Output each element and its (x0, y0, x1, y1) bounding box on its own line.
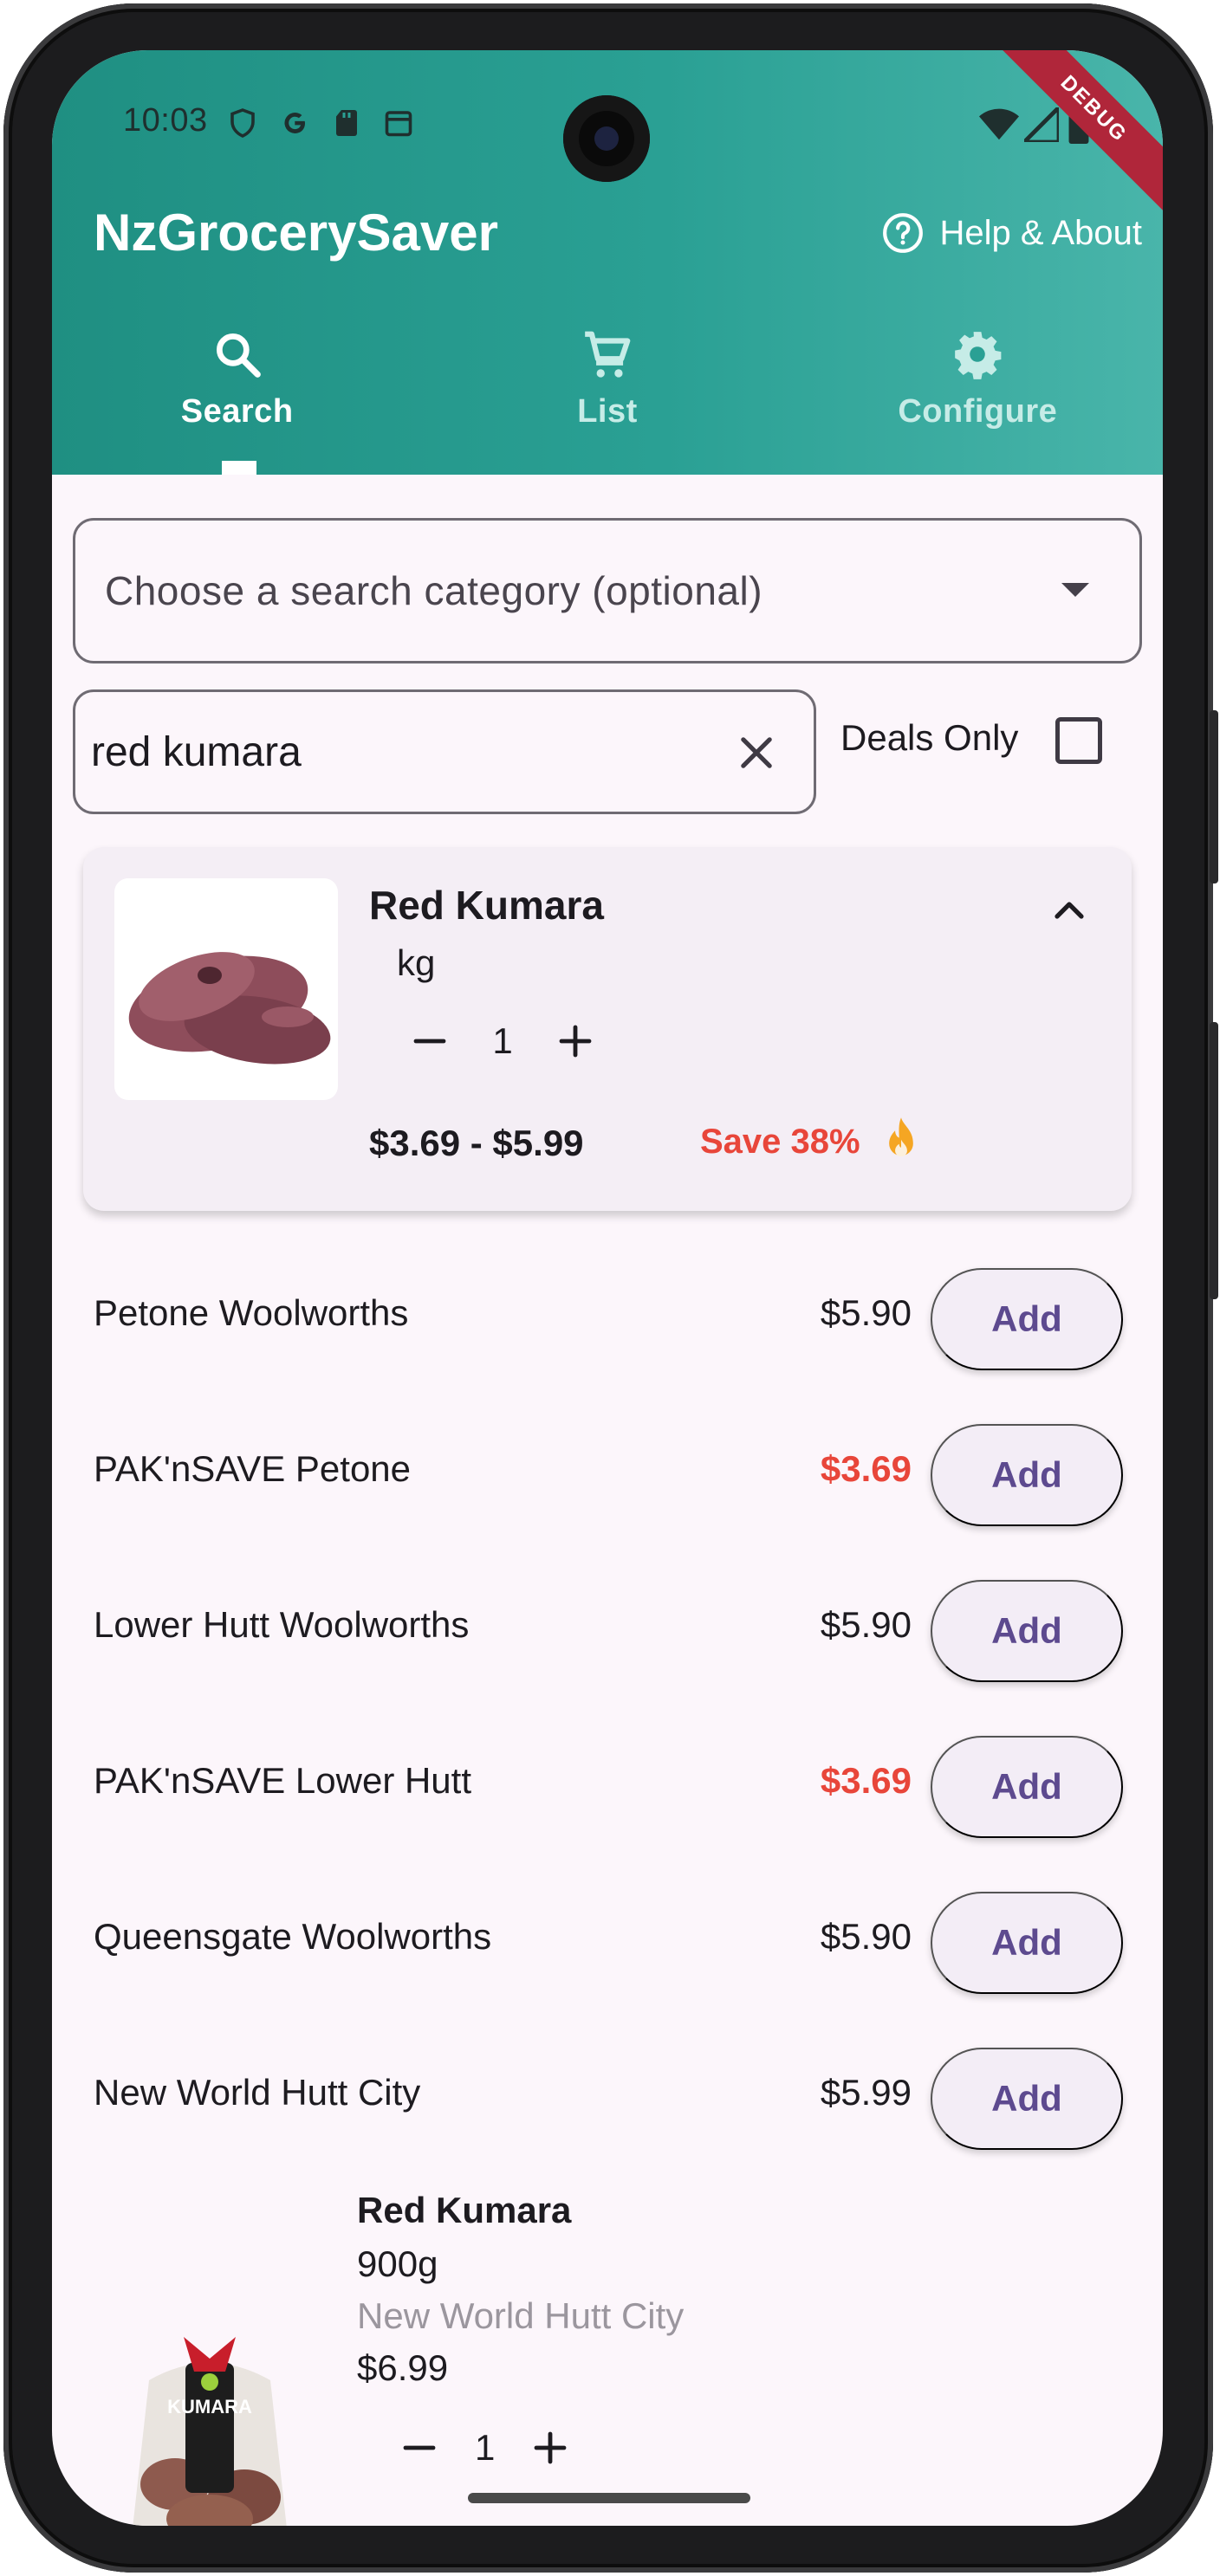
volume-button (1210, 1022, 1218, 1299)
store-name: Queensgate Woolworths (94, 1916, 492, 1957)
product-unit: 900g (357, 2243, 438, 2284)
signal-icon (1024, 107, 1059, 142)
kumara-bag-image: KUMARA (133, 2337, 287, 2526)
store-name: Lower Hutt Woolworths (94, 1604, 470, 1645)
store-price-deal: $3.69 (820, 1448, 912, 1489)
store-name: Petone Woolworths (94, 1292, 409, 1333)
store-name: PAK'nSAVE Lower Hutt (94, 1760, 471, 1801)
store-price: $5.90 (820, 1916, 912, 1957)
store-price-row: New World Hutt City $5.99 Add (52, 2016, 1163, 2172)
gear-icon (955, 332, 1002, 379)
add-button[interactable]: Add (931, 1268, 1123, 1370)
product-card[interactable]: Red Kumara kg 1 $3.69 - $5.99 Save 38% (83, 847, 1132, 1211)
category-dropdown[interactable]: Choose a search category (optional) (73, 518, 1142, 663)
minus-icon[interactable] (409, 1020, 451, 1062)
store-price-row: Petone Woolworths $5.90 Add (52, 1237, 1163, 1393)
cart-icon (585, 331, 631, 378)
store-price-deal: $3.69 (820, 1760, 912, 1801)
kumara-image (128, 952, 331, 1065)
tab-configure-label: Configure (898, 393, 1058, 430)
status-time: 10:03 (123, 102, 208, 139)
price-range: $3.69 - $5.99 (369, 1123, 584, 1163)
tab-list-label: List (577, 393, 638, 430)
save-percentage: Save 38% (700, 1123, 860, 1161)
sd-card-icon (336, 110, 357, 136)
store-price: $5.90 (820, 1604, 912, 1645)
add-button[interactable]: Add (931, 1736, 1123, 1838)
quantity-stepper: 1 (409, 1020, 596, 1062)
bag-label: KUMARA (167, 2396, 252, 2417)
wifi-icon (979, 108, 1019, 140)
search-input[interactable]: red kumara (73, 689, 816, 814)
plus-icon[interactable] (555, 1020, 596, 1062)
app-bar: 10:03 DEBUG NzGrocerySaver Help & About … (52, 50, 1163, 475)
search-content: Choose a search category (optional) red … (52, 475, 1163, 2526)
category-placeholder: Choose a search category (optional) (105, 568, 763, 613)
store-price-row: Lower Hutt Woolworths $5.90 Add (52, 1549, 1163, 1705)
search-input-value: red kumara (91, 728, 302, 775)
help-about-button[interactable]: Help & About (881, 211, 1143, 255)
quantity-value: 1 (475, 2427, 496, 2468)
store-price: $5.90 (820, 1292, 912, 1333)
store-name: New World Hutt City (357, 2295, 685, 2336)
add-button[interactable]: Add (931, 1892, 1123, 1994)
quantity-value: 1 (492, 1020, 513, 1061)
tab-bar: Search List Configure (52, 327, 1163, 475)
deals-only-checkbox[interactable] (1055, 717, 1102, 764)
help-about-label: Help & About (939, 213, 1143, 252)
product-unit: kg (397, 942, 436, 983)
chevron-up-icon[interactable] (1048, 890, 1090, 932)
deals-only-label: Deals Only (840, 717, 1019, 758)
screen: 10:03 DEBUG NzGrocerySaver Help & About … (52, 50, 1163, 2526)
add-button[interactable]: Add (931, 1424, 1123, 1526)
add-button[interactable]: Add (931, 1580, 1123, 1682)
shield-icon (230, 108, 255, 138)
add-button[interactable]: Add (931, 2048, 1123, 2150)
gesture-home-bar[interactable] (468, 2493, 750, 2503)
store-price-list: Petone Woolworths $5.90 Add PAK'nSAVE Pe… (52, 1237, 1163, 2172)
product-name: Red Kumara (369, 883, 604, 928)
store-price: $5.99 (820, 2072, 912, 2113)
calendar-icon (385, 111, 412, 137)
store-price-row: Queensgate Woolworths $5.90 Add (52, 1861, 1163, 2016)
dropdown-arrow-icon (1061, 583, 1089, 597)
store-price-row: PAK'nSAVE Lower Hutt $3.69 Add (52, 1705, 1163, 1861)
front-camera (563, 95, 650, 182)
search-icon (216, 333, 261, 378)
tab-indicator (222, 461, 256, 475)
store-name: New World Hutt City (94, 2072, 421, 2113)
store-price-row: PAK'nSAVE Petone $3.69 Add (52, 1393, 1163, 1549)
plus-icon[interactable] (529, 2427, 571, 2469)
app-title: NzGrocerySaver (94, 204, 498, 262)
tab-search-label: Search (180, 393, 294, 430)
google-icon (284, 113, 305, 133)
tab-search[interactable]: Search (52, 327, 422, 475)
product-price: $6.99 (357, 2347, 449, 2388)
tab-configure[interactable]: Configure (793, 327, 1163, 475)
product-list-item[interactable]: KUMARA Red Kumara 900g New World Hutt Ci… (52, 2172, 1163, 2526)
tab-list[interactable]: List (422, 327, 792, 475)
store-name: PAK'nSAVE Petone (94, 1448, 412, 1489)
minus-icon[interactable] (399, 2427, 440, 2469)
clear-icon[interactable] (734, 730, 779, 775)
product-image (114, 878, 338, 1100)
help-circle-icon (882, 213, 923, 253)
flame-icon (889, 1117, 913, 1157)
power-button (1210, 710, 1218, 883)
quantity-stepper: 1 (399, 2427, 571, 2469)
product-name: Red Kumara (357, 2190, 572, 2230)
